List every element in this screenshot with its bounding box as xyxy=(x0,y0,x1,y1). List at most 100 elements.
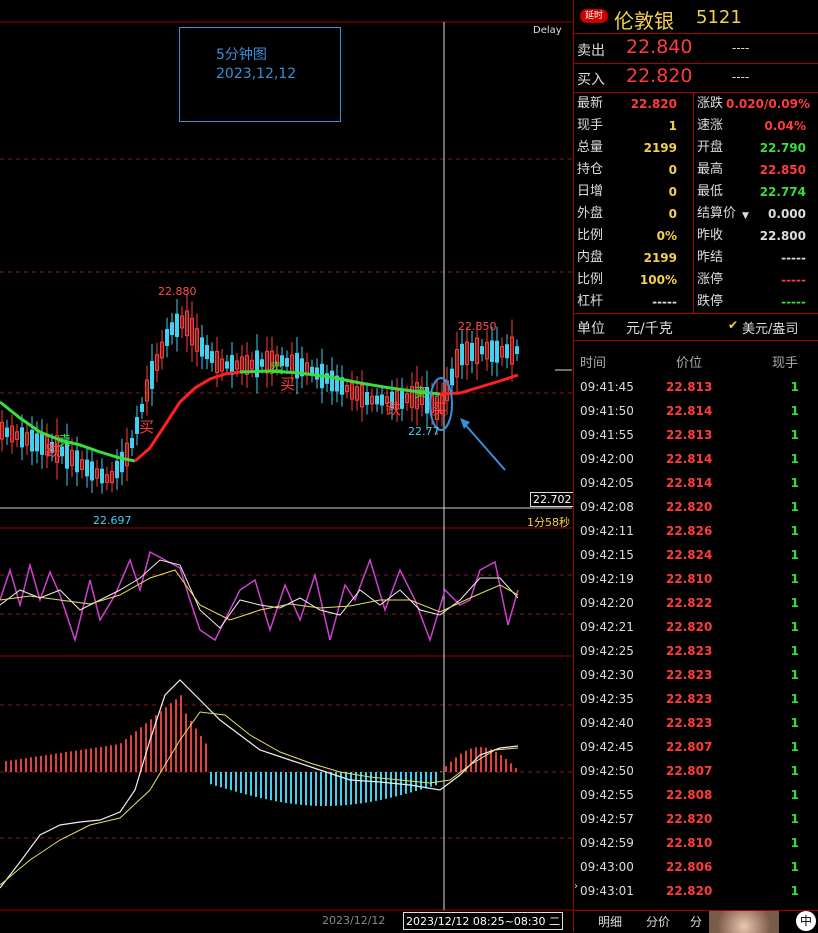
tick-volume: 1 xyxy=(790,500,799,514)
buy-row: 买入 22.820 ---- xyxy=(574,64,818,93)
tick-row[interactable]: 09:42:11 22.826 1 xyxy=(574,520,818,544)
tab-minute[interactable]: 分 xyxy=(690,913,702,930)
tick-row[interactable]: 09:42:40 22.823 1 xyxy=(574,712,818,736)
tick-row[interactable]: 09:42:25 22.823 1 xyxy=(574,640,818,664)
tick-price: 22.810 xyxy=(666,836,713,850)
candle-body xyxy=(30,429,34,452)
sell-row: 卖出 22.840 ---- xyxy=(574,35,818,64)
candle-body xyxy=(490,340,494,362)
tick-time: 09:42:08 xyxy=(580,500,634,514)
countdown-label: 1分58秒 xyxy=(527,516,570,529)
tick-row[interactable]: 09:42:35 22.823 1 xyxy=(574,688,818,712)
stat-value: 100% xyxy=(639,273,677,287)
tick-time: 09:42:15 xyxy=(580,548,634,562)
delay-label: Delay xyxy=(533,25,562,36)
stat-value: 0 xyxy=(668,185,677,199)
delay-badge: 延时 xyxy=(580,9,608,23)
tick-row[interactable]: 09:41:45 22.813 1 xyxy=(574,376,818,400)
buy-price: 22.820 xyxy=(626,65,693,87)
tick-price: 22.814 xyxy=(666,476,713,490)
candle-body xyxy=(365,392,369,405)
tick-row[interactable]: 09:43:01 22.820 1 xyxy=(574,880,818,904)
avatar[interactable] xyxy=(709,911,779,933)
stat-value: ----- xyxy=(781,273,806,287)
stat-label: 速涨 xyxy=(697,118,724,133)
tick-row[interactable]: 09:43:00 22.806 1 xyxy=(574,856,818,880)
stat-label: 比例 xyxy=(577,228,604,243)
chart-area[interactable]: Delay 5分钟图 2023,12,12 22.880 22.697 22.8… xyxy=(0,0,575,932)
tick-volume: 1 xyxy=(790,836,799,850)
tick-time: 09:42:30 xyxy=(580,668,634,682)
tick-volume: 1 xyxy=(790,788,799,802)
tick-time: 09:42:50 xyxy=(580,764,634,778)
tab-input-method[interactable]: 中 xyxy=(796,911,816,931)
candle-body xyxy=(115,460,119,479)
instrument-title: 伦敦银 xyxy=(614,9,674,33)
candle-body xyxy=(120,451,124,473)
tick-price: 22.807 xyxy=(666,764,713,778)
tick-volume: 1 xyxy=(790,860,799,874)
candle-body xyxy=(200,337,204,357)
note-date: 2023,12,12 xyxy=(216,66,297,82)
note-title: 5分钟图 xyxy=(216,47,267,63)
unit-value[interactable]: 元/千克 xyxy=(626,318,673,338)
tab-detail[interactable]: 明细 xyxy=(598,913,622,930)
stat-label: 现手 xyxy=(577,118,604,133)
sell-label: 卖出 xyxy=(577,43,605,59)
candle-body xyxy=(100,468,104,484)
tick-row[interactable]: 09:42:21 22.820 1 xyxy=(574,616,818,640)
tick-time: 09:42:21 xyxy=(580,620,634,634)
tick-volume: 1 xyxy=(790,692,799,706)
price-chart-svg[interactable] xyxy=(0,0,572,932)
candle-body xyxy=(450,368,454,386)
tick-time: 09:42:59 xyxy=(580,836,634,850)
currency-option[interactable]: 美元/盎司 xyxy=(742,318,798,337)
tick-price: 22.820 xyxy=(666,812,713,826)
candle-body xyxy=(375,395,379,405)
tick-time: 09:42:57 xyxy=(580,812,634,826)
candle-body xyxy=(165,329,169,346)
tick-volume: 1 xyxy=(790,428,799,442)
tick-row[interactable]: 09:42:30 22.823 1 xyxy=(574,664,818,688)
stat-label: 涨跌 xyxy=(697,96,724,111)
macd-line-white xyxy=(0,679,519,889)
stat-value: ----- xyxy=(781,295,806,309)
tick-row[interactable]: 09:42:59 22.810 1 xyxy=(574,832,818,856)
tick-volume: 1 xyxy=(790,548,799,562)
candle-body xyxy=(330,370,334,392)
tick-row[interactable]: 09:42:20 22.822 1 xyxy=(574,592,818,616)
stat-label: 昨收 xyxy=(697,228,724,243)
candle-body xyxy=(175,313,179,338)
tick-price: 22.820 xyxy=(666,620,713,634)
candle-body xyxy=(5,427,9,438)
tick-row[interactable]: 09:42:15 22.824 1 xyxy=(574,544,818,568)
tick-row[interactable]: 09:41:50 22.814 1 xyxy=(574,400,818,424)
tick-row[interactable]: 09:42:45 22.807 1 xyxy=(574,736,818,760)
dropdown-caret-icon[interactable]: ▼ xyxy=(742,211,749,221)
sell-mark: 卖 xyxy=(58,434,72,449)
tick-price: 22.813 xyxy=(666,380,713,394)
tick-volume: 1 xyxy=(790,404,799,418)
tick-row[interactable]: 09:42:55 22.808 1 xyxy=(574,784,818,808)
stat-label: 杠杆 xyxy=(577,294,604,309)
stat-value: 0.020/0.09% xyxy=(726,97,810,111)
candle-body xyxy=(505,344,509,359)
tick-volume: 1 xyxy=(790,596,799,610)
tick-row[interactable]: 09:42:00 22.814 1 xyxy=(574,448,818,472)
tab-price-distribution[interactable]: 分价 xyxy=(646,913,670,930)
stat-label: 外盘 xyxy=(577,206,604,221)
tick-price: 22.806 xyxy=(666,860,713,874)
candle-body xyxy=(380,394,384,406)
stat-value: ----- xyxy=(652,295,677,309)
tick-row[interactable]: 09:42:50 22.807 1 xyxy=(574,760,818,784)
tick-row[interactable]: 09:42:08 22.820 1 xyxy=(574,496,818,520)
tick-row[interactable]: 09:42:19 22.810 1 xyxy=(574,568,818,592)
stat-label: 跌停 xyxy=(697,294,724,309)
tick-row[interactable]: 09:42:05 22.814 1 xyxy=(574,472,818,496)
tick-row[interactable]: 09:41:55 22.813 1 xyxy=(574,424,818,448)
tick-row[interactable]: 09:42:57 22.820 1 xyxy=(574,808,818,832)
tick-price: 22.810 xyxy=(666,572,713,586)
stat-value: 1 xyxy=(668,119,677,133)
check-icon: ✔ xyxy=(728,318,739,332)
sell-mark: 卖 xyxy=(414,386,428,401)
